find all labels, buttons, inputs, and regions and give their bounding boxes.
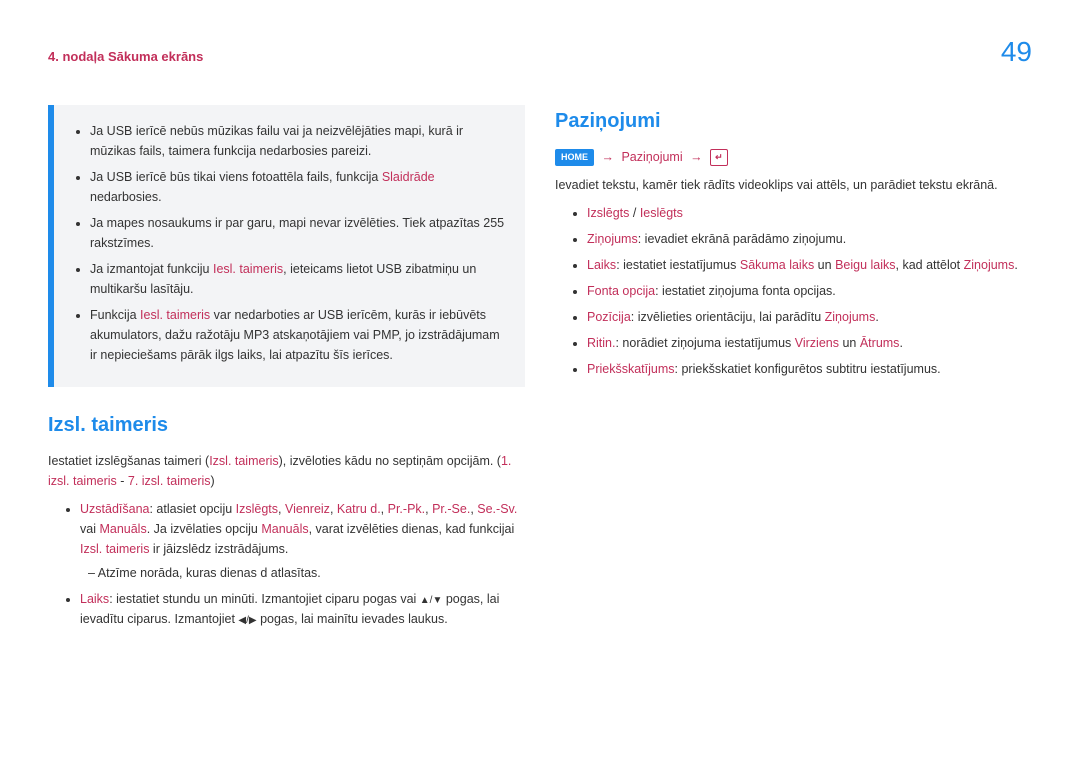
off-timer-intro: Iestatiet izslēgšanas taimeri (Izsl. tai… [48, 451, 525, 491]
option-time: Laiks: iestatiet stundu un minūti. Izman… [80, 589, 525, 629]
opt-preview: Priekšskatījums: priekšskatiet konfigurē… [587, 359, 1032, 379]
ticker-options: Izslēgts / Ieslēgts Ziņojums: ievadiet e… [555, 203, 1032, 379]
chapter-label: 4. nodaļa Sākuma ekrāns [48, 47, 203, 68]
left-column: Ja USB ierīcē nebūs mūzikas failu vai ja… [48, 105, 525, 635]
note-item: Atzīme norāda, kuras dienas d atlasītas. [88, 563, 525, 583]
info-item: Ja mapes nosaukums ir par garu, mapi nev… [90, 213, 505, 253]
page-number: 49 [1001, 30, 1032, 75]
page-header: 4. nodaļa Sākuma ekrāns 49 [48, 30, 1032, 75]
option-setup: Uzstādīšana: atlasiet opciju Izslēgts, V… [80, 499, 525, 583]
info-item: Funkcija Iesl. taimeris var nedarboties … [90, 305, 505, 365]
opt-scroll: Ritin.: norādiet ziņojuma iestatījumus V… [587, 333, 1032, 353]
arrow-icon: → [597, 150, 618, 164]
breadcrumb: HOME → Paziņojumi → ↵ [555, 147, 1032, 167]
section-heading-ticker: Paziņojumi [555, 105, 1032, 137]
arrow-icon: → [686, 150, 707, 164]
info-item: Ja USB ierīcē būs tikai viens fotoattēla… [90, 167, 505, 207]
info-list: Ja USB ierīcē nebūs mūzikas failu vai ja… [74, 121, 505, 365]
up-down-icon: ▲/▼ [420, 595, 443, 606]
right-column: Paziņojumi HOME → Paziņojumi → ↵ Ievadie… [555, 105, 1032, 635]
enter-icon: ↵ [710, 149, 728, 165]
opt-message: Ziņojums: ievadiet ekrānā parādāmo ziņoj… [587, 229, 1032, 249]
section-heading-off-timer: Izsl. taimeris [48, 409, 525, 441]
opt-off-on: Izslēgts / Ieslēgts [587, 203, 1032, 223]
info-item: Ja USB ierīcē nebūs mūzikas failu vai ja… [90, 121, 505, 161]
ticker-intro: Ievadiet tekstu, kamēr tiek rādīts video… [555, 175, 1032, 195]
info-item: Ja izmantojat funkciju Iesl. taimeris, i… [90, 259, 505, 299]
option-setup-note: Atzīme norāda, kuras dienas d atlasītas. [80, 563, 525, 583]
opt-position: Pozīcija: izvēlieties orientāciju, lai p… [587, 307, 1032, 327]
home-icon: HOME [555, 149, 594, 165]
opt-time: Laiks: iestatiet iestatījumus Sākuma lai… [587, 255, 1032, 275]
breadcrumb-item: Paziņojumi [621, 150, 682, 164]
opt-font: Fonta opcija: iestatiet ziņojuma fonta o… [587, 281, 1032, 301]
info-box: Ja USB ierīcē nebūs mūzikas failu vai ja… [48, 105, 525, 387]
off-timer-options: Uzstādīšana: atlasiet opciju Izslēgts, V… [48, 499, 525, 629]
left-right-icon: ◀/▶ [238, 615, 256, 626]
content-columns: Ja USB ierīcē nebūs mūzikas failu vai ja… [48, 105, 1032, 635]
